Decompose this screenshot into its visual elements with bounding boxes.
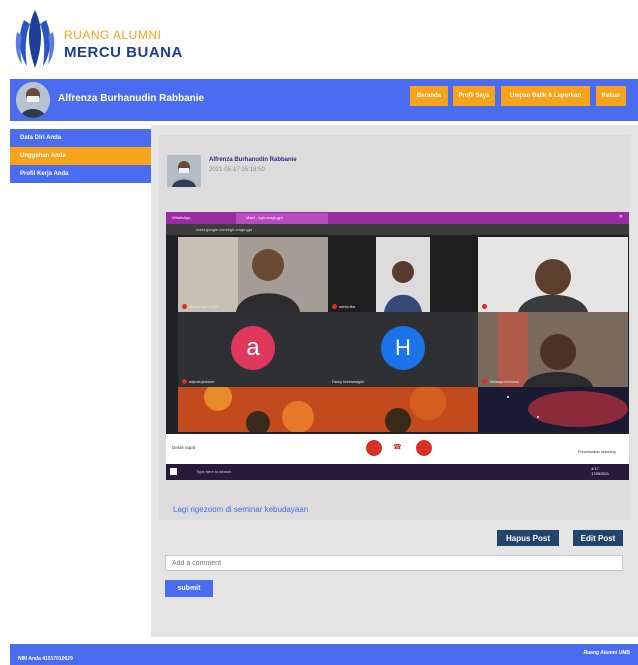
post-card: Alfrenza Burhanudin Rabbanie 2021-05-17 … <box>159 135 630 520</box>
logo-title-1: RUANG ALUMNI <box>64 28 162 42</box>
top-navbar: Alfrenza Burhanudin Rabbanie Beranda Pro… <box>10 79 638 121</box>
meeting-details[interactable]: Detail rapat <box>172 445 195 450</box>
video-tile: Jiabaaya kelvansa <box>478 312 628 387</box>
windows-taskbar: Type here to search 4:17 17/05/2021 <box>166 464 629 480</box>
participant-initial: a <box>231 326 275 370</box>
nav-umpan-balik-button[interactable]: Umpan Balik & Laporkan <box>501 86 590 106</box>
header-username: Alfrenza Burhanudin Rabbanie <box>58 93 205 104</box>
post-author: Alfrenza Burhanudin Rabbanie <box>209 157 297 163</box>
mic-off-icon[interactable] <box>366 440 382 456</box>
logo-title-2: MERCU BUANA <box>64 44 183 61</box>
participant-name: adjeola jeubiere <box>189 379 215 384</box>
participant-name: Jiabaaya kelvansa <box>489 379 519 384</box>
participant-name: rahmat ade <box>489 304 508 309</box>
sidebar-item-unggahan[interactable]: Unggahan Anda <box>10 147 151 165</box>
video-tile: H Fanny Nurinvestgoh <box>328 312 478 387</box>
mercu-buana-logo-icon <box>15 10 55 68</box>
footer: NIM Anda 41517010029 Ruang Alumni UMB <box>10 644 638 665</box>
browser-tab-whatsapp: WhatsApp <box>172 215 191 220</box>
taskbar-time: 4:17 <box>591 466 599 471</box>
participant-name: ahmad fauzi 2020 <box>189 304 218 309</box>
edit-post-button[interactable]: Edit Post <box>573 530 623 546</box>
taskbar-search: Type here to search <box>196 469 232 474</box>
windows-start-icon <box>170 468 177 475</box>
post-image[interactable]: WhatsApp Meet - kgh-xmgs-gpt ✕ meet.goog… <box>166 212 629 480</box>
footer-nim: NIM Anda 41517010029 <box>18 656 73 662</box>
window-close-icon: ✕ <box>618 214 623 220</box>
participant-initial: H <box>381 326 425 370</box>
browser-addressbar: meet.google.com/kgh-xmgs-gpt <box>166 224 629 235</box>
participant-name: Fanny Nurinvestgoh <box>332 380 365 384</box>
post-caption: Lagi ngezoom di seminar kebudayaan <box>173 505 309 514</box>
sidebar: Data Diri Anda Unggahan Anda Profil Kerj… <box>10 129 151 183</box>
browser-tabbar: WhatsApp Meet - kgh-xmgs-gpt ✕ <box>166 212 629 224</box>
logo-area: RUANG ALUMNI MERCU BUANA <box>0 0 638 78</box>
meet-controls-bar: Detail rapat ☎ Presentasikan sekarang <box>166 434 629 464</box>
taskbar-date: 17/05/2021 <box>591 472 609 476</box>
sidebar-item-profil-kerja[interactable]: Profil Kerja Anda <box>10 165 151 183</box>
video-tile: rahmat ade <box>478 237 628 312</box>
video-tile: ahmad fauzi 2020 <box>178 237 328 312</box>
delete-post-button[interactable]: Hapus Post <box>497 530 559 546</box>
nav-beranda-button[interactable]: Beranda <box>410 86 448 106</box>
post-actions: Hapus Post Edit Post submit <box>159 522 630 632</box>
video-tile: a adjeola jeubiere <box>178 312 328 387</box>
avatar <box>16 82 50 118</box>
participant-name: adelia fika <box>339 304 356 309</box>
browser-url: meet.google.com/kgh-xmgs-gpt <box>196 227 253 232</box>
nav-profil-saya-button[interactable]: Profil Saya <box>453 86 495 106</box>
main-content: Alfrenza Burhanudin Rabbanie 2021-05-17 … <box>151 125 638 637</box>
author-photo-icon <box>167 155 201 187</box>
video-tile <box>178 387 478 432</box>
end-call-icon[interactable]: ☎ <box>393 443 402 451</box>
footer-brand: Ruang Alumni UMB <box>583 650 630 656</box>
video-tile: adelia fika <box>328 237 478 312</box>
user-photo-icon <box>16 82 50 118</box>
post-author-thumbnail <box>167 155 201 187</box>
camera-off-icon[interactable] <box>416 440 432 456</box>
post-date: 2021-05-17 05:18:50 <box>209 167 265 173</box>
browser-tab-meet: Meet - kgh-xmgs-gpt <box>246 215 283 220</box>
video-tile <box>478 387 628 432</box>
comment-input[interactable] <box>165 555 623 571</box>
submit-button[interactable]: submit <box>165 580 213 597</box>
sidebar-item-data-diri[interactable]: Data Diri Anda <box>10 129 151 147</box>
present-now[interactable]: Presentasikan sekarang <box>578 450 616 454</box>
nav-keluar-button[interactable]: Keluar <box>596 86 626 106</box>
